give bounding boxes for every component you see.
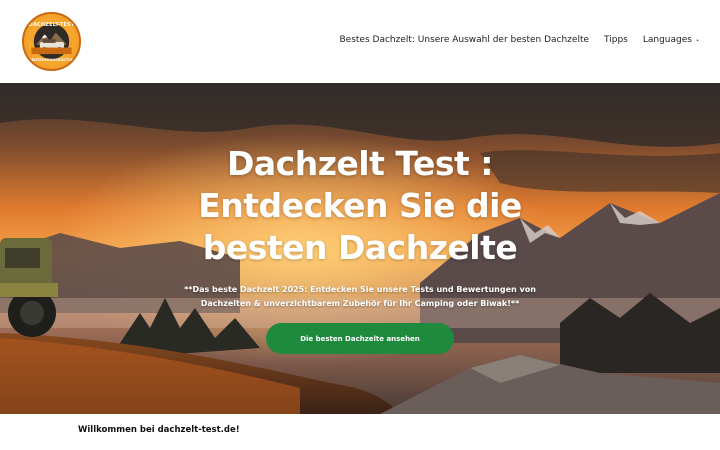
- main-nav: Bestes Dachzelt: Unsere Auswahl der best…: [340, 35, 701, 45]
- hero-section: Dachzelt Test : Entdecken Sie die besten…: [0, 83, 720, 414]
- logo-top-text: DACHZELT-TEST: [28, 22, 75, 28]
- logo-bottom-text: ABENTEUERAUSRÜSTUNG: [26, 58, 77, 62]
- hero-subtitle: **Das beste Dachzelt 2025: Entdecken Sie…: [184, 285, 536, 308]
- nav-item-languages-label: Languages: [642, 35, 692, 45]
- hero-title: Dachzelt Test : Entdecken Sie die besten…: [110, 143, 610, 269]
- site-logo[interactable]: DACHZELT-TEST ABENTEUERAUSRÜSTUNG: [22, 12, 81, 71]
- chevron-down-icon: ⌄: [694, 36, 700, 43]
- hero-title-line-3: besten Dachzelte: [202, 228, 518, 267]
- view-best-roof-tents-button[interactable]: Die besten Dachzelte ansehen: [266, 323, 454, 354]
- welcome-heading: Willkommen bei dachzelt-test.de!: [78, 425, 240, 435]
- nav-item-tips[interactable]: Tipps: [604, 35, 628, 45]
- hero-title-line-1: Dachzelt Test :: [227, 144, 494, 183]
- hero-title-line-2: Entdecken Sie die: [198, 186, 522, 225]
- nav-item-languages[interactable]: Languages ⌄: [643, 35, 700, 45]
- site-header: DACHZELT-TEST ABENTEUERAUSRÜSTUNG Bestes…: [0, 0, 720, 83]
- nav-item-best-roof-tent[interactable]: Bestes Dachzelt: Unsere Auswahl der best…: [340, 35, 590, 45]
